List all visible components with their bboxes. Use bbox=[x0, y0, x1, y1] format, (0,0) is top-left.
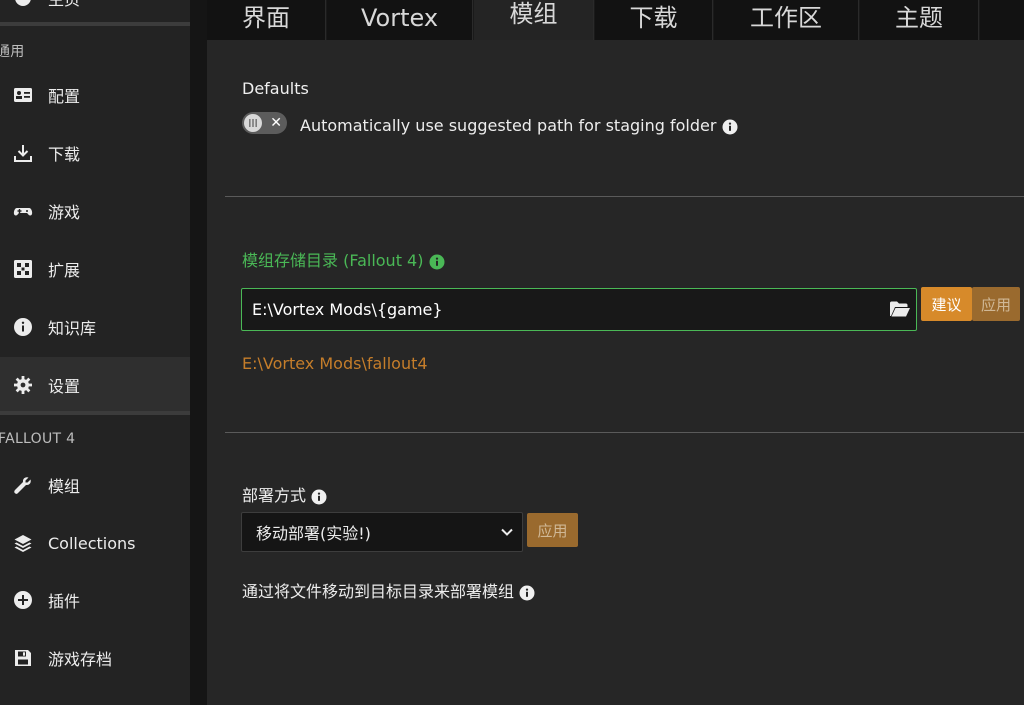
sidebar-separator bbox=[0, 22, 190, 26]
deploy-apply-button[interactable]: 应用 bbox=[527, 513, 578, 547]
info-icon[interactable] bbox=[519, 585, 535, 601]
info-circle-icon bbox=[12, 316, 34, 338]
sidebar-item-label: 模组 bbox=[48, 477, 81, 496]
sidebar-item-label: 下载 bbox=[48, 145, 81, 164]
sidebar-item-profiles[interactable]: 配置 bbox=[0, 67, 190, 123]
home-icon bbox=[12, 0, 34, 9]
section-divider bbox=[225, 432, 1024, 433]
sidebar-item-label: 游戏 bbox=[48, 203, 81, 222]
info-icon[interactable] bbox=[722, 119, 738, 135]
sidebar-item-knowledge-base[interactable]: 知识库 bbox=[0, 299, 190, 355]
deploy-method-select[interactable]: 移动部署(实验!) bbox=[241, 512, 523, 552]
info-icon[interactable] bbox=[429, 254, 445, 270]
settings-content: Defaults ✕ Automatically use suggested p… bbox=[207, 40, 1024, 705]
deploy-method-value: 移动部署(实验!) bbox=[256, 524, 371, 543]
toggle-knob bbox=[244, 114, 262, 132]
suggest-button[interactable]: 建议 bbox=[921, 287, 972, 321]
sidebar-item-label: 扩展 bbox=[48, 261, 81, 280]
folder-open-icon[interactable] bbox=[888, 298, 912, 320]
sidebar-item-games[interactable]: 游戏 bbox=[0, 183, 190, 239]
sidebar-gutter bbox=[190, 0, 207, 705]
chevron-down-icon bbox=[501, 528, 513, 536]
sidebar-item-saves[interactable]: 游戏存档 bbox=[0, 630, 190, 686]
deploy-title-row: 部署方式 bbox=[242, 482, 327, 506]
staging-path-value: E:\Vortex Mods\{game} bbox=[252, 300, 443, 319]
deploy-description: 通过将文件移动到目标目录来部署模组 bbox=[242, 582, 515, 601]
sidebar-item-label: 设置 bbox=[48, 377, 81, 396]
gamepad-icon bbox=[12, 200, 34, 222]
tab-theme[interactable]: 主题 bbox=[860, 0, 979, 40]
deploy-title: 部署方式 bbox=[242, 486, 307, 505]
staging-apply-button[interactable]: 应用 bbox=[972, 287, 1020, 321]
close-icon: ✕ bbox=[270, 115, 282, 131]
defaults-title: Defaults bbox=[242, 79, 309, 98]
tab-download[interactable]: 下载 bbox=[595, 0, 713, 40]
download-icon bbox=[12, 142, 34, 164]
staging-title: 模组存储目录 (Fallout 4) bbox=[242, 251, 424, 270]
sidebar-item-plugins[interactable]: 插件 bbox=[0, 572, 190, 628]
tab-vortex[interactable]: Vortex bbox=[327, 0, 473, 40]
sidebar-item-extensions[interactable]: 扩展 bbox=[0, 241, 190, 297]
wrench-icon bbox=[12, 474, 34, 496]
sidebar-item-label: 主页 bbox=[48, 0, 80, 10]
sidebar-item-label: 插件 bbox=[48, 592, 81, 611]
grip-icon bbox=[249, 119, 257, 127]
staging-path-toggle[interactable]: ✕ bbox=[242, 112, 287, 134]
profile-card-icon bbox=[12, 84, 34, 106]
sidebar-group-game: FALLOUT 4 bbox=[0, 431, 76, 447]
staging-path-input[interactable]: E:\Vortex Mods\{game} bbox=[241, 288, 917, 331]
tab-interface[interactable]: 界面 bbox=[207, 0, 326, 40]
plus-circle-icon bbox=[12, 589, 34, 611]
sidebar-group-general: 通用 bbox=[0, 44, 25, 60]
toggle-label-row: Automatically use suggested path for sta… bbox=[300, 116, 738, 135]
sidebar-separator bbox=[0, 411, 190, 415]
info-icon[interactable] bbox=[311, 489, 327, 505]
sidebar-item-collections[interactable]: Collections bbox=[0, 515, 190, 571]
sidebar-item-mods[interactable]: 模组 bbox=[0, 457, 190, 513]
tab-overflow bbox=[980, 0, 1024, 40]
sidebar-item-label: 游戏存档 bbox=[48, 650, 113, 669]
layers-icon bbox=[12, 532, 34, 554]
sidebar: 主页 通用 配置 下载 游戏 扩展 知识库 设置 bbox=[0, 0, 190, 705]
sidebar-item-label: 知识库 bbox=[48, 319, 97, 338]
sidebar-item-label: 配置 bbox=[48, 87, 81, 106]
tab-workspace[interactable]: 工作区 bbox=[714, 0, 859, 40]
sidebar-item-label: Collections bbox=[48, 533, 136, 553]
staging-title-row: 模组存储目录 (Fallout 4) bbox=[242, 247, 445, 271]
deploy-description-row: 通过将文件移动到目标目录来部署模组 bbox=[242, 578, 535, 602]
sidebar-item-downloads[interactable]: 下载 bbox=[0, 125, 190, 181]
tab-mods[interactable]: 模组 bbox=[474, 0, 594, 40]
toggle-label: Automatically use suggested path for sta… bbox=[300, 116, 717, 135]
extensions-icon bbox=[12, 258, 34, 280]
section-divider bbox=[225, 196, 1024, 197]
sidebar-item-settings[interactable]: 设置 bbox=[0, 357, 190, 413]
settings-tabs: 界面 Vortex 模组 下载 工作区 主题 bbox=[207, 0, 1024, 40]
gear-icon bbox=[12, 374, 34, 396]
resolved-path: E:\Vortex Mods\fallout4 bbox=[242, 354, 428, 373]
save-icon bbox=[12, 647, 34, 669]
